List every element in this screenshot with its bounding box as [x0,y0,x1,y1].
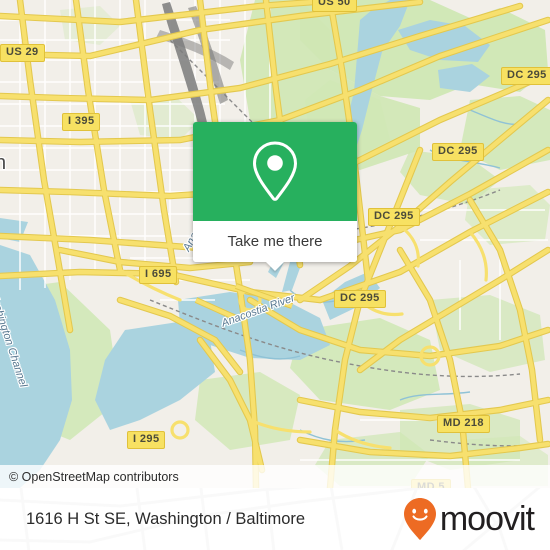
map-pin-icon [252,140,298,201]
road-shield: MD 218 [437,415,490,433]
popup-header [193,122,357,221]
road-shield: US 50 [312,0,357,12]
attribution-text: © OpenStreetMap contributors [9,469,179,484]
road-shield: US 29 [0,44,45,62]
road-shield: DC 295 [368,208,420,226]
road-shield: DC 295 [432,143,484,161]
address-label: 1616 H St SE, Washington / Baltimore [26,509,306,528]
popup-footer[interactable]: Take me there [193,221,357,271]
road-shield: I 395 [62,113,101,131]
moovit-pin-smile-icon [403,498,436,540]
map-attribution-bar: © OpenStreetMap contributors [0,465,550,488]
road-shield: DC 295 [334,290,386,308]
bottom-info-bar: 1616 H St SE, Washington / Baltimore moo… [0,488,550,550]
road-shield: I 695 [139,266,178,284]
popup-pointer-tail [266,262,284,271]
moovit-wordmark: moovit [439,499,535,538]
moovit-logo[interactable]: moovit [403,488,535,550]
map-screenshot: US 29 US 50 I 395 DC 295 DC 295 DC 295 D… [0,0,550,550]
map-canvas[interactable]: US 29 US 50 I 395 DC 295 DC 295 DC 295 D… [0,0,550,488]
place-label: n [0,152,7,174]
road-shield: DC 295 [501,67,550,85]
take-me-there-button[interactable]: Take me there [227,233,322,250]
road-shield: I 295 [127,431,166,449]
location-popup-card[interactable]: Take me there [193,122,357,271]
